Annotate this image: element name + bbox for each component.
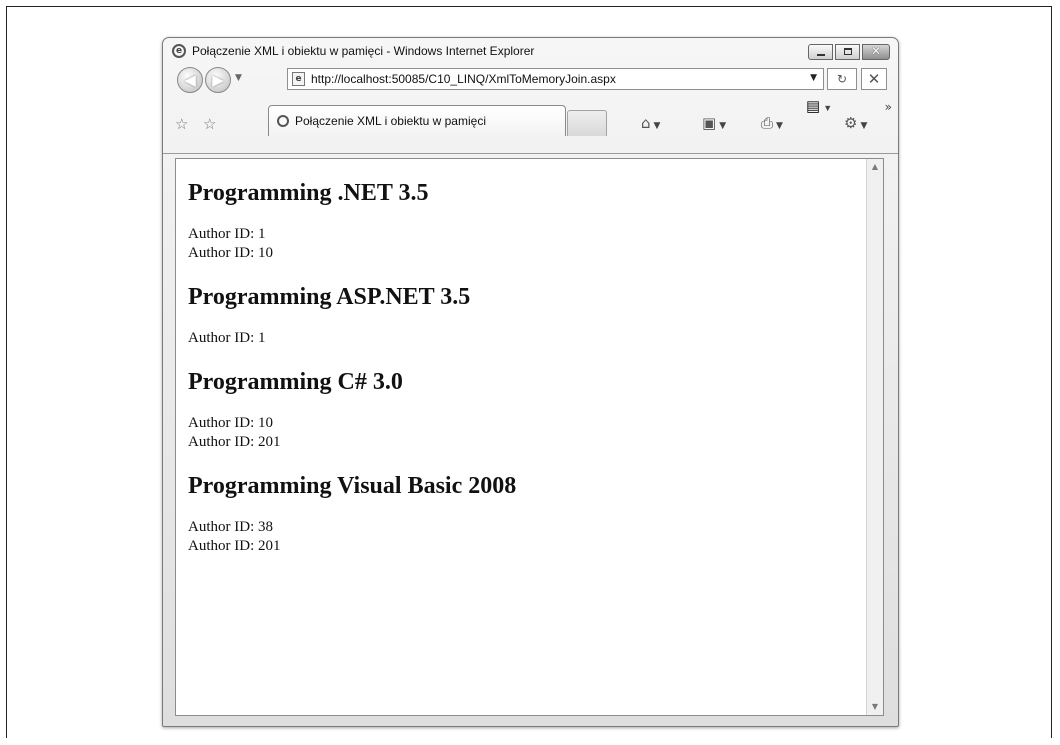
tools-menu-button[interactable]: ⚙ ▼ [844, 114, 867, 132]
author-id-line: Author ID: 201 [188, 538, 281, 554]
close-icon: ✕ [870, 44, 882, 58]
page-menu-icon: ▤ [806, 99, 821, 115]
browser-window: e Połączenie XML i obiektu w pamięci - W… [162, 37, 899, 727]
book-entry: Programming ASP.NET 3.5 Author ID: 1 [188, 284, 853, 348]
window-title: Połączenie XML i obiektu w pamięci - Win… [192, 44, 535, 58]
tab-label: Połączenie XML i obiektu w pamięci [295, 114, 486, 128]
document-body: Programming .NET 3.5 Author ID: 1 Author… [188, 159, 853, 556]
home-dropdown-icon[interactable]: ▼ [654, 121, 661, 131]
back-button[interactable]: ◀ [177, 67, 203, 93]
book-title: Programming Visual Basic 2008 [188, 473, 517, 499]
tab-bar: ☆ ☆ Połączenie XML i obiektu w pamięci ⌂… [163, 97, 898, 154]
navigation-bar: ◀ ▶ ▼ e http://localhost:50085/C10_LINQ/… [163, 66, 898, 97]
refresh-button[interactable]: ↻ [827, 68, 857, 90]
close-button[interactable]: ✕ [862, 44, 890, 60]
ie-logo-icon: e [172, 44, 186, 58]
minimize-button[interactable] [808, 44, 833, 60]
recent-pages-dropdown[interactable]: ▼ [235, 73, 242, 83]
author-id-line: Author ID: 201 [188, 434, 281, 450]
home-button[interactable]: ⌂ ▼ [641, 114, 660, 132]
tools-gear-icon: ⚙ [844, 114, 858, 132]
caption-buttons: ✕ [808, 44, 890, 60]
book-entry: Programming Visual Basic 2008 Author ID:… [188, 473, 853, 556]
scroll-down-icon[interactable]: ▼ [867, 699, 883, 715]
author-id-line: Author ID: 10 [188, 245, 273, 261]
maximize-button[interactable] [835, 44, 860, 60]
author-id-line: Author ID: 10 [188, 415, 273, 431]
book-title: Programming ASP.NET 3.5 [188, 284, 471, 310]
tools-dropdown-icon[interactable]: ▼ [860, 121, 867, 131]
page-dropdown-icon[interactable]: ▼ [823, 103, 832, 113]
author-id-line: Author ID: 1 [188, 330, 266, 346]
more-commands-button[interactable]: » [885, 100, 892, 114]
author-id-line: Author ID: 1 [188, 226, 266, 242]
book-entry: Programming C# 3.0 Author ID: 10 Author … [188, 369, 853, 452]
print-button[interactable]: ⎙ ▼ [761, 114, 783, 132]
tab-active[interactable]: Połączenie XML i obiektu w pamięci [268, 105, 566, 136]
address-bar[interactable]: e http://localhost:50085/C10_LINQ/XmlToM… [287, 68, 824, 90]
home-icon: ⌂ [641, 114, 651, 132]
tab-ie-icon [277, 115, 289, 127]
feeds-icon: ▣ [702, 114, 717, 132]
page-content: Programming .NET 3.5 Author ID: 1 Author… [175, 158, 884, 716]
feeds-dropdown-icon[interactable]: ▼ [719, 121, 726, 131]
print-dropdown-icon[interactable]: ▼ [776, 121, 783, 131]
author-id-line: Author ID: 38 [188, 519, 273, 535]
favorites-star-icon[interactable]: ☆ [175, 115, 188, 133]
forward-button[interactable]: ▶ [205, 67, 231, 93]
stop-button[interactable]: ✕ [861, 68, 887, 90]
minimize-icon [817, 54, 825, 56]
address-url[interactable]: http://localhost:50085/C10_LINQ/XmlToMem… [311, 72, 616, 86]
add-favorites-icon[interactable]: ☆ [203, 115, 216, 133]
page-icon: e [292, 72, 305, 86]
book-title: Programming .NET 3.5 [188, 180, 429, 206]
book-title: Programming C# 3.0 [188, 369, 403, 395]
address-dropdown[interactable]: ▼ [810, 73, 817, 83]
scroll-up-icon[interactable]: ▲ [867, 159, 883, 175]
print-icon: ⎙ [761, 114, 774, 132]
new-tab-button[interactable] [567, 110, 607, 136]
maximize-icon [844, 48, 852, 55]
feeds-button[interactable]: ▣ ▼ [702, 114, 726, 132]
book-entry: Programming .NET 3.5 Author ID: 1 Author… [188, 180, 853, 263]
title-bar: e Połączenie XML i obiektu w pamięci - W… [163, 38, 898, 66]
vertical-scrollbar[interactable]: ▲ ▼ [866, 159, 883, 715]
